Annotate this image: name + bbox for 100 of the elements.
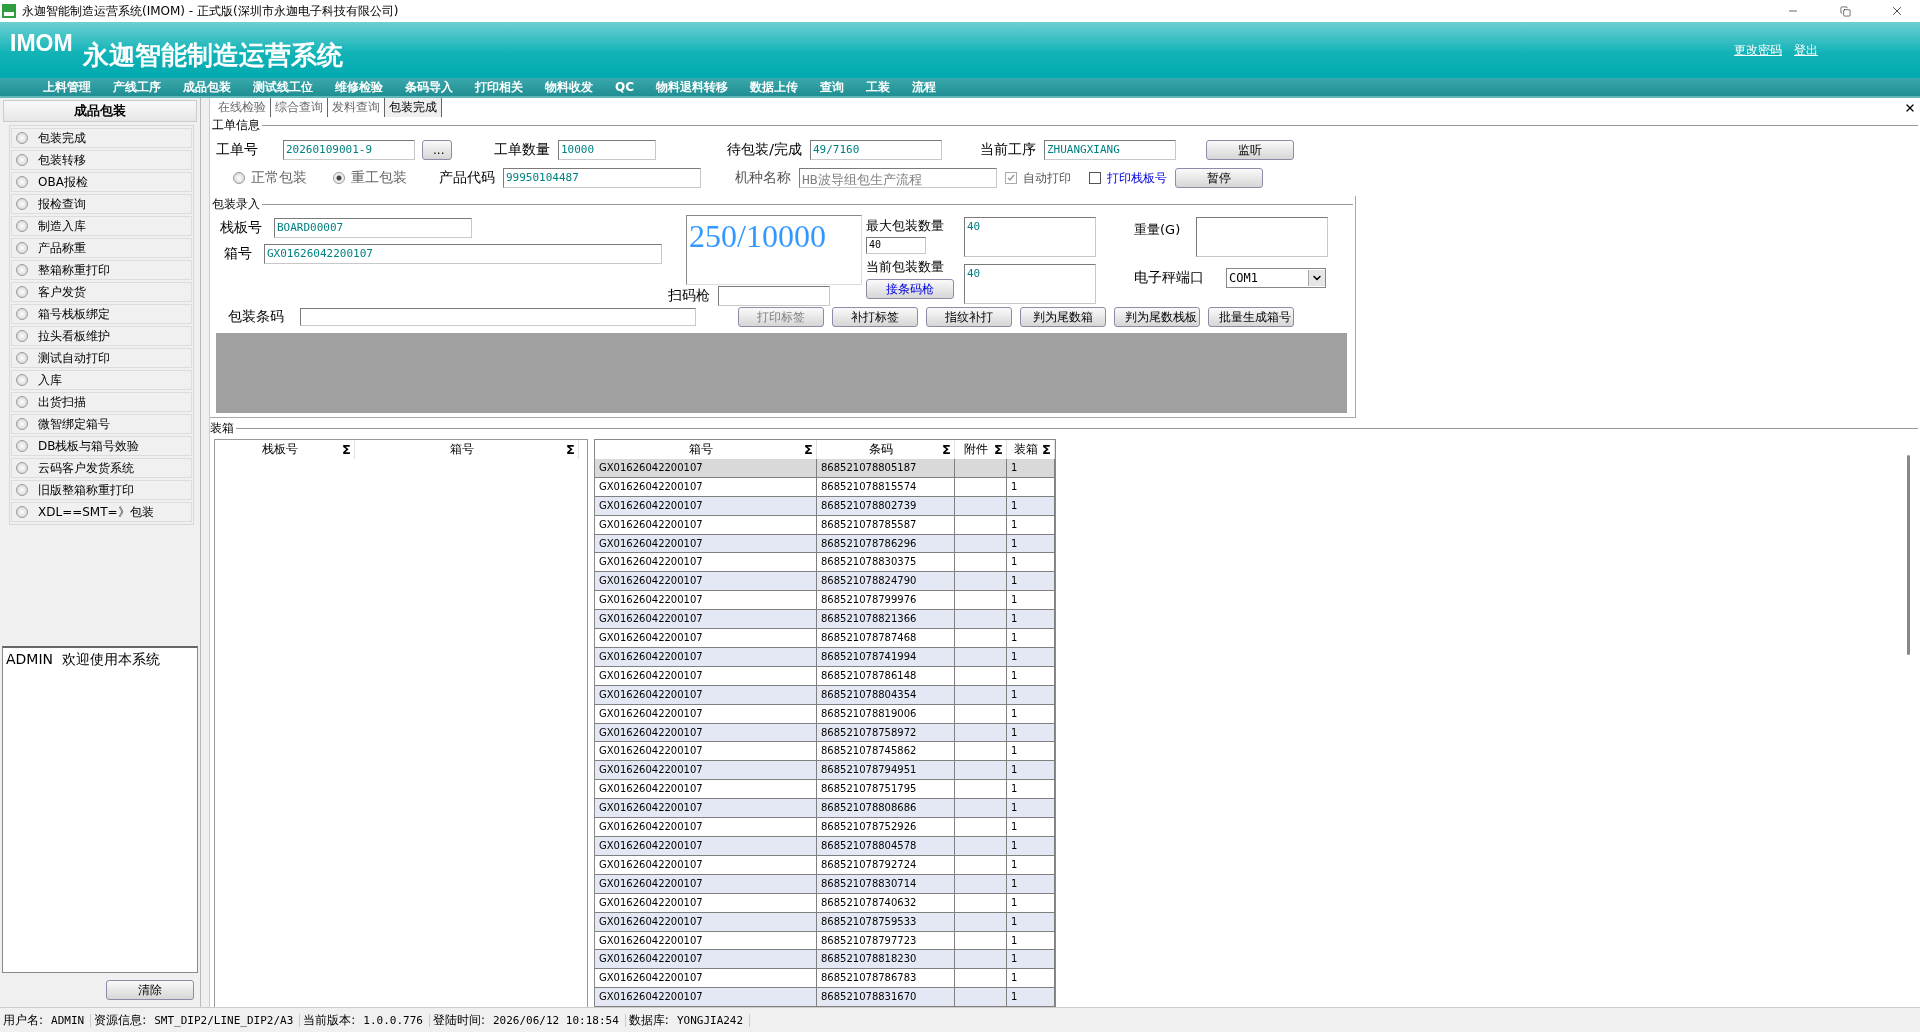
pending-label: 待包装/完成 (726, 141, 803, 159)
menu-item[interactable]: 工装 (855, 78, 901, 96)
sum-button[interactable]: Σ (942, 441, 951, 457)
sidebar-item[interactable]: 箱号栈板绑定 (11, 304, 192, 324)
table-cell: 868521078740632 (817, 893, 955, 912)
browse-button[interactable]: ... (422, 140, 452, 160)
table-cell: 1 (1007, 874, 1055, 893)
order-number-field[interactable]: 20260109001-9 (283, 140, 415, 160)
product-code-field[interactable]: 99950104487 (503, 168, 701, 188)
sum-button[interactable]: Σ (1042, 441, 1051, 457)
table-cell: GX01626042200107 (595, 874, 817, 893)
table-row[interactable]: GX01626042200107 868521078831670 1 (595, 988, 1055, 1008)
table-row[interactable]: GX01626042200107 868521078794951 1 (595, 761, 1055, 781)
sidebar-item[interactable]: OBA报检 (11, 172, 192, 192)
sidebar-item[interactable]: 整箱称重打印 (11, 260, 192, 280)
table-row[interactable]: GX01626042200107 868521078799976 1 (595, 591, 1055, 611)
table-cell: 1 (1007, 855, 1055, 874)
action-button[interactable]: 指纹补打 (926, 307, 1012, 327)
scale-port-select[interactable]: COM1 (1226, 268, 1326, 288)
table-row[interactable]: GX01626042200107 868521078818230 1 (595, 950, 1055, 970)
clear-button[interactable]: 清除 (106, 980, 194, 1000)
table-cell: 868521078830714 (817, 874, 955, 893)
table-cell: 1 (1007, 893, 1055, 912)
table-cell: 1 (1007, 534, 1055, 553)
sum-button[interactable]: Σ (994, 441, 1003, 457)
weight-field[interactable] (1196, 217, 1328, 257)
table-row[interactable]: GX01626042200107 868521078824790 1 (595, 572, 1055, 592)
table-cell: GX01626042200107 (595, 458, 817, 477)
action-button[interactable]: 判为尾数箱 (1020, 307, 1106, 327)
table-row[interactable]: GX01626042200107 868521078752926 1 (595, 818, 1055, 837)
table-row[interactable]: GX01626042200107 868521078804578 1 (595, 837, 1055, 856)
tab[interactable]: 综合查询 (271, 98, 328, 117)
status-value: YONGJIA242 (672, 1013, 751, 1027)
table-row[interactable]: GX01626042200107 868521078830375 1 (595, 553, 1055, 573)
status-label: 用户名: (2, 1011, 45, 1029)
table-cell: 868521078819006 (817, 704, 955, 723)
table-row[interactable]: GX01626042200107 868521078751795 1 (595, 780, 1055, 800)
table-cell: 868521078758972 (817, 723, 955, 742)
table-cell: 1 (1007, 912, 1055, 931)
listen-button[interactable]: 监听 (1206, 140, 1294, 160)
sidebar-item[interactable]: 拉头看板维护 (11, 326, 192, 346)
table-row[interactable]: GX01626042200107 868521078787468 1 (595, 629, 1055, 648)
sidebar-item[interactable]: 包装完成 (11, 128, 192, 148)
table-row[interactable]: GX01626042200107 868521078786783 1 (595, 969, 1055, 989)
column-header: 箱号 (688, 440, 715, 458)
scanner-connect-button[interactable]: 接条码枪 (866, 279, 954, 299)
sidebar-item[interactable]: 出货扫描 (11, 392, 192, 412)
table-cell: GX01626042200107 (595, 818, 817, 836)
process-field[interactable]: ZHUANGXIANG (1044, 140, 1176, 160)
table-cell: 868521078745862 (817, 742, 955, 761)
pack-mode-radio[interactable]: 正常包装 (233, 169, 333, 187)
sum-button[interactable]: Σ (342, 442, 351, 457)
action-button[interactable]: 批量生成箱号 (1208, 307, 1294, 327)
table-cell: 1 (1007, 723, 1055, 742)
scale-port-label: 电子秤端口 (1134, 269, 1205, 287)
table-cell: GX01626042200107 (595, 534, 817, 553)
close-icon (1890, 4, 1904, 18)
table-row[interactable]: GX01626042200107 868521078821366 1 (595, 610, 1055, 630)
sidebar-item[interactable]: XDL==SMT=》包装 (11, 502, 192, 522)
barcode-field[interactable] (300, 308, 696, 326)
pallet-field[interactable]: BOARD00007 (274, 218, 472, 238)
action-button[interactable]: 判为尾数栈板 (1114, 307, 1200, 327)
sum-button[interactable]: Σ (804, 441, 813, 457)
action-button[interactable]: 补打标签 (832, 307, 918, 327)
table-cell: 1 (1007, 515, 1055, 534)
max-qty-field[interactable]: 40 (964, 217, 1096, 257)
table-cell: 868521078830375 (817, 553, 955, 572)
sidebar-item[interactable]: 包装转移 (11, 150, 192, 170)
quantity-field[interactable]: 10000 (558, 140, 656, 160)
sidebar-item[interactable]: 客户发货 (11, 282, 192, 302)
table-row[interactable]: GX01626042200107 868521078808686 1 (595, 799, 1055, 819)
pack-mode-radio[interactable]: 重工包装 (333, 169, 433, 187)
tab[interactable]: 包装完成 (385, 98, 442, 117)
table-row[interactable]: GX01626042200107 868521078745862 1 (595, 742, 1055, 762)
sidebar-item[interactable]: 云码客户发货系统 (11, 458, 192, 478)
scanner-field[interactable] (718, 286, 830, 306)
sum-button[interactable]: Σ (566, 442, 575, 457)
table-cell: GX01626042200107 (595, 685, 817, 704)
current-qty-field[interactable]: 40 (964, 264, 1096, 304)
pause-button[interactable]: 暂停 (1175, 168, 1263, 188)
tab[interactable]: 在线检验 (214, 98, 271, 117)
print-pallet-checkbox[interactable]: 打印栈板号 (1089, 169, 1169, 187)
sidebar-item[interactable]: DB栈板与箱号效验 (11, 436, 192, 456)
table-cell: 1 (1007, 969, 1055, 988)
quantity-label: 工单数量 (493, 141, 551, 159)
sidebar-item[interactable]: 制造入库 (11, 216, 192, 236)
group-title: 包装录入 (211, 196, 261, 213)
box-field[interactable]: GX01626042200107 (264, 244, 662, 264)
sidebar-item[interactable]: 测试自动打印 (11, 348, 192, 368)
table-cell: GX01626042200107 (595, 837, 817, 855)
sidebar-item[interactable]: 报检查询 (11, 194, 192, 214)
sidebar-item[interactable]: 旧版整箱称重打印 (11, 480, 192, 500)
table-cell: 1 (1007, 666, 1055, 685)
column-header: 附件 (963, 440, 990, 458)
sidebar-item[interactable]: 产品称重 (11, 238, 192, 258)
sidebar-item[interactable]: 微智绑定箱号 (11, 414, 192, 434)
scrollbar[interactable] (1907, 455, 1910, 655)
max-qty-input[interactable]: 40 (866, 237, 926, 254)
sidebar-item[interactable]: 入库 (11, 370, 192, 390)
pending-field[interactable]: 49/7160 (810, 140, 942, 160)
